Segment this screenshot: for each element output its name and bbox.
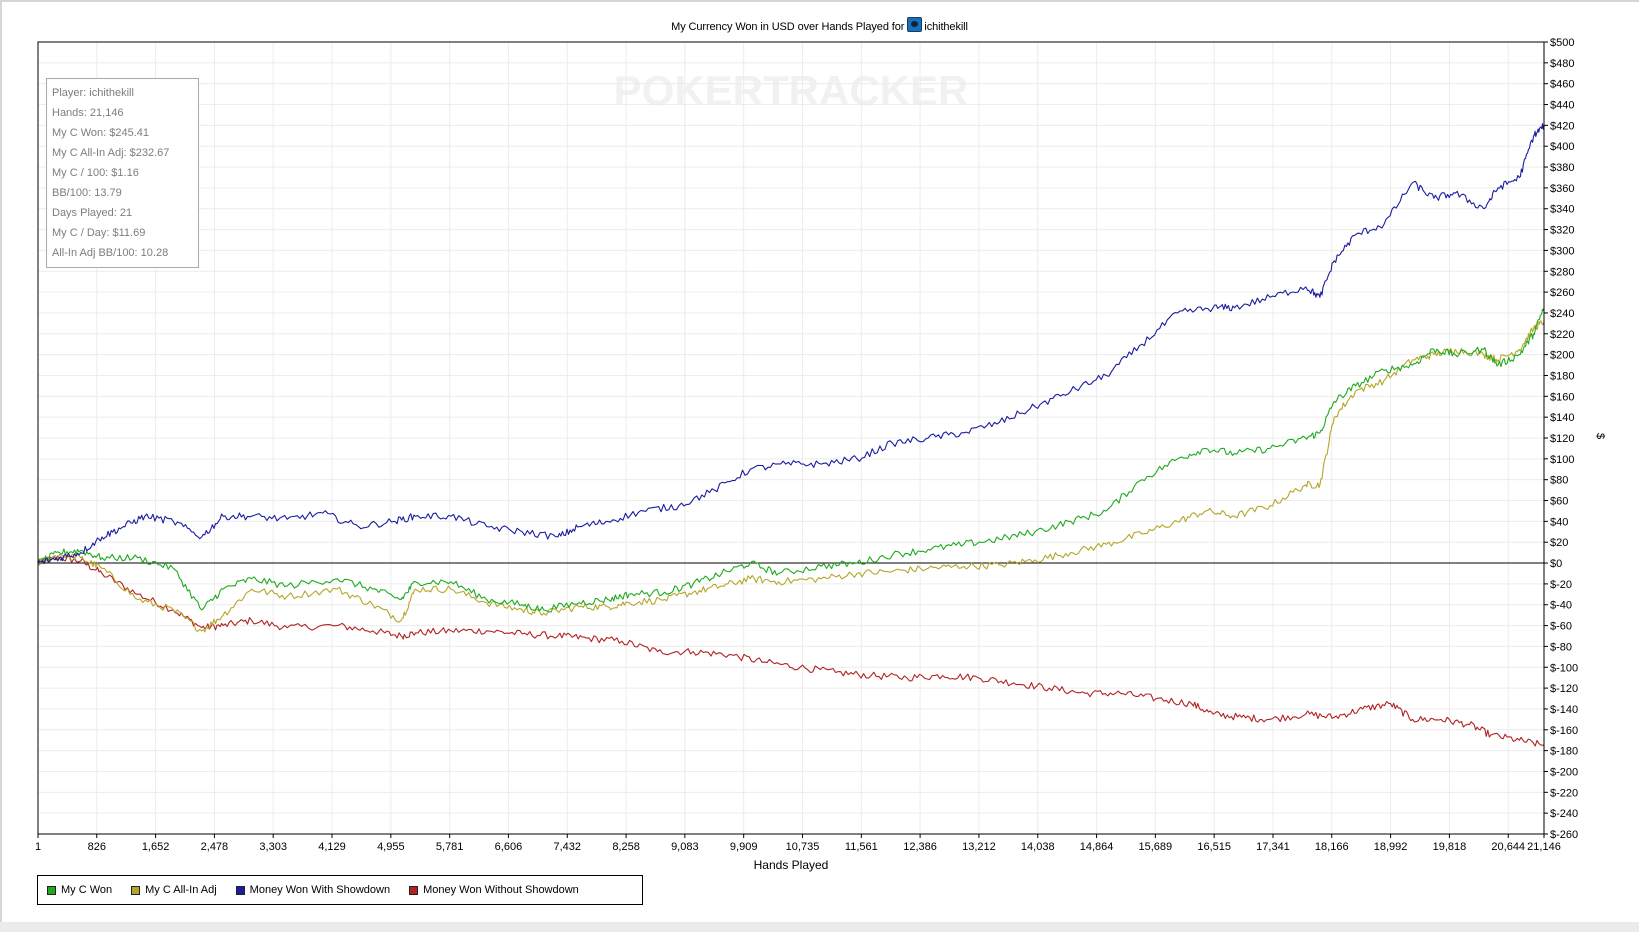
stat-player: Player: ichithekill <box>52 87 134 99</box>
stat-days-played: Days Played: 21 <box>52 207 133 219</box>
legend-item-money-won-with-showdown[interactable]: Money Won With Showdown <box>235 884 391 896</box>
x-tick-label: 3,303 <box>259 841 287 853</box>
y-tick-label: $-160 <box>1550 725 1578 737</box>
y-tick-label: $100 <box>1550 454 1574 466</box>
y-tick-label: $-240 <box>1550 808 1578 820</box>
x-tick-label: 8,258 <box>612 841 640 853</box>
y-tick-label: $-60 <box>1550 621 1572 633</box>
y-tick-label: $500 <box>1550 37 1574 49</box>
legend-swatch <box>235 885 245 895</box>
y-tick-label: $-260 <box>1550 829 1578 841</box>
y-tick-label: $60 <box>1550 496 1568 508</box>
y-tick-label: $-180 <box>1550 746 1578 758</box>
x-tick-label: 2,478 <box>201 841 229 853</box>
y-tick-label: $-200 <box>1550 766 1578 778</box>
y-tick-label: $300 <box>1550 245 1574 257</box>
y-tick-label: $-20 <box>1550 579 1572 591</box>
y-tick-label: $280 <box>1550 266 1574 278</box>
y-axis-title: $ <box>1594 432 1607 440</box>
x-tick-label: 6,606 <box>495 841 523 853</box>
y-tick-label: $20 <box>1550 537 1568 549</box>
x-tick-label: 10,735 <box>786 841 820 853</box>
watermark-logo: POKERTRACKER <box>614 67 969 114</box>
x-tick-label: 9,909 <box>730 841 758 853</box>
y-tick-label: $320 <box>1550 225 1574 237</box>
x-tick-label: 17,341 <box>1256 841 1290 853</box>
legend-item-money-won-without-showdown[interactable]: Money Won Without Showdown <box>409 884 579 896</box>
y-tick-label: $120 <box>1550 433 1574 445</box>
x-tick-label: 11,561 <box>845 841 878 853</box>
x-tick-label: 7,432 <box>553 841 581 853</box>
x-tick-label: 18,166 <box>1315 841 1349 853</box>
y-tick-label: $400 <box>1550 141 1574 153</box>
y-tick-label: $0 <box>1550 558 1562 570</box>
x-tick-label: 19,818 <box>1433 841 1467 853</box>
x-tick-label: 14,038 <box>1021 841 1055 853</box>
stat-per-day: My C / Day: $11.69 <box>52 227 146 239</box>
y-tick-label: $160 <box>1550 391 1574 403</box>
y-tick-label: $80 <box>1550 475 1568 487</box>
y-tick-label: $-40 <box>1550 600 1572 612</box>
stat-hands: Hands: 21,146 <box>52 107 124 119</box>
x-tick-label: 4,955 <box>377 841 405 853</box>
stat-allin-bb-100: All-In Adj BB/100: 10.28 <box>52 247 169 259</box>
legend-swatch <box>131 885 141 895</box>
legend-item-my-c-all-in-adj[interactable]: My C All-In Adj <box>131 884 217 896</box>
legend-label: Money Won With Showdown <box>249 884 391 896</box>
y-tick-label: $480 <box>1550 58 1574 70</box>
y-tick-label: $420 <box>1550 120 1574 132</box>
x-axis-title: Hands Played <box>753 858 829 872</box>
y-tick-label: $440 <box>1550 100 1574 112</box>
y-tick-label: $340 <box>1550 204 1574 216</box>
player-stats-box: Player: ichithekill Hands: 21,146 My C W… <box>46 78 199 268</box>
y-tick-label: $-100 <box>1550 662 1578 674</box>
x-tick-label: 1 <box>35 841 41 853</box>
y-tick-label: $240 <box>1550 308 1574 320</box>
x-tick-label: 13,212 <box>962 841 996 853</box>
x-tick-label: 12,386 <box>903 841 937 853</box>
line-chart: POKERTRACKER $500 $480 $460 $440 $420 $400 $380… <box>35 37 1578 853</box>
legend-label: Money Won Without Showdown <box>423 884 579 896</box>
y-tick-label: $40 <box>1550 516 1568 528</box>
legend-swatch <box>409 885 419 895</box>
window-bottom-bar <box>0 922 1639 932</box>
y-tick-label: $-140 <box>1550 704 1578 716</box>
x-tick-label: 18,992 <box>1374 841 1408 853</box>
y-tick-label: $-80 <box>1550 641 1572 653</box>
x-tick-label: 14,864 <box>1080 841 1114 853</box>
y-tick-label: $380 <box>1550 162 1574 174</box>
y-tick-label: $220 <box>1550 329 1574 341</box>
y-tick-label: $180 <box>1550 370 1574 382</box>
stat-bb-100: BB/100: 13.79 <box>52 187 122 199</box>
y-tick-label: $360 <box>1550 183 1574 195</box>
y-tick-label: $260 <box>1550 287 1574 299</box>
chart-legend: My C Won My C All-In Adj Money Won With … <box>37 875 643 905</box>
x-tick-label: 20,644 <box>1491 841 1525 853</box>
stat-allin-adj: My C All-In Adj: $232.67 <box>52 147 170 159</box>
x-tick-label: 826 <box>88 841 106 853</box>
legend-label: My C All-In Adj <box>145 884 217 896</box>
x-tick-label: 1,652 <box>142 841 170 853</box>
x-tick-label: 4,129 <box>318 841 346 853</box>
x-tick-label: 15,689 <box>1139 841 1173 853</box>
y-tick-label: $-220 <box>1550 787 1578 799</box>
stat-per-100: My C / 100: $1.16 <box>52 167 139 179</box>
legend-label: My C Won <box>61 884 113 896</box>
x-tick-label: 5,781 <box>436 841 464 853</box>
x-tick-label: 21,146 <box>1527 841 1561 853</box>
x-tick-label: 9,083 <box>671 841 699 853</box>
legend-swatch <box>47 885 56 895</box>
y-tick-label: $460 <box>1550 79 1574 91</box>
y-tick-label: $140 <box>1550 412 1574 424</box>
legend-item-my-c-won[interactable]: My C Won <box>47 884 112 896</box>
stat-won: My C Won: $245.41 <box>52 127 150 139</box>
y-tick-label: $200 <box>1550 350 1574 362</box>
y-tick-label: $-120 <box>1550 683 1578 695</box>
x-tick-label: 16,515 <box>1197 841 1231 853</box>
